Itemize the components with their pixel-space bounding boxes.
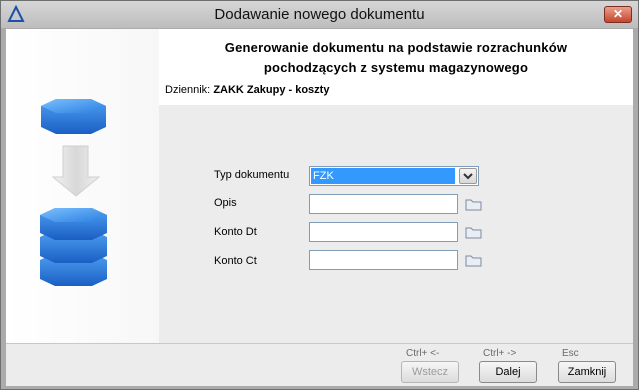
close-shortcut: Esc (562, 348, 579, 359)
folder-icon[interactable] (465, 198, 482, 211)
doc-type-label: Typ dokumentu (214, 169, 290, 181)
journal-label: Dziennik: (165, 84, 211, 96)
side-panel (6, 29, 159, 343)
credit-account-input[interactable] (309, 250, 458, 270)
chevron-down-icon (463, 173, 473, 180)
close-icon[interactable]: ✕ (604, 6, 632, 23)
journal-row: Dziennik: ZAKK Zakupy - koszty (159, 82, 633, 105)
wizard-heading-line1: Generowanie dokumentu na podstawie rozra… (224, 40, 568, 55)
wizard-header: Generowanie dokumentu na podstawie rozra… (159, 29, 633, 82)
description-input[interactable] (309, 194, 458, 214)
back-shortcut: Ctrl+ <- (406, 348, 440, 359)
dialog-window: Dodawanie nowego dokumentu ✕ Generowanie… (0, 0, 639, 390)
dropdown-button[interactable] (459, 168, 477, 184)
next-button[interactable]: Dalej (479, 361, 537, 383)
doc-type-value: FZK (311, 168, 455, 184)
next-shortcut: Ctrl+ -> (483, 348, 517, 359)
client-area: Generowanie dokumentu na podstawie rozra… (6, 29, 633, 386)
database-transfer-illustration (40, 99, 107, 286)
wizard-heading: Generowanie dokumentu na podstawie rozra… (159, 38, 633, 78)
title-bar[interactable]: Dodawanie nowego dokumentu ✕ (1, 1, 638, 28)
debit-account-label: Konto Dt (214, 226, 257, 238)
wizard-heading-line2: pochodzących z systemu magazynowego (263, 60, 529, 75)
back-button[interactable]: Wstecz (401, 361, 459, 383)
folder-icon[interactable] (465, 254, 482, 267)
form-panel: Typ dokumentu FZK Opis Konto Dt Konto Ct (159, 105, 633, 343)
description-label: Opis (214, 197, 237, 209)
doc-type-select[interactable]: FZK (309, 166, 479, 186)
button-bar: Ctrl+ <- Ctrl+ -> Esc Wstecz Dalej Zamkn… (6, 343, 633, 386)
window-title: Dodawanie nowego dokumentu (214, 6, 425, 23)
credit-account-label: Konto Ct (214, 255, 257, 267)
debit-account-input[interactable] (309, 222, 458, 242)
journal-value: ZAKK Zakupy - koszty (213, 84, 330, 96)
folder-icon[interactable] (465, 226, 482, 239)
close-button[interactable]: Zamknij (558, 361, 616, 383)
